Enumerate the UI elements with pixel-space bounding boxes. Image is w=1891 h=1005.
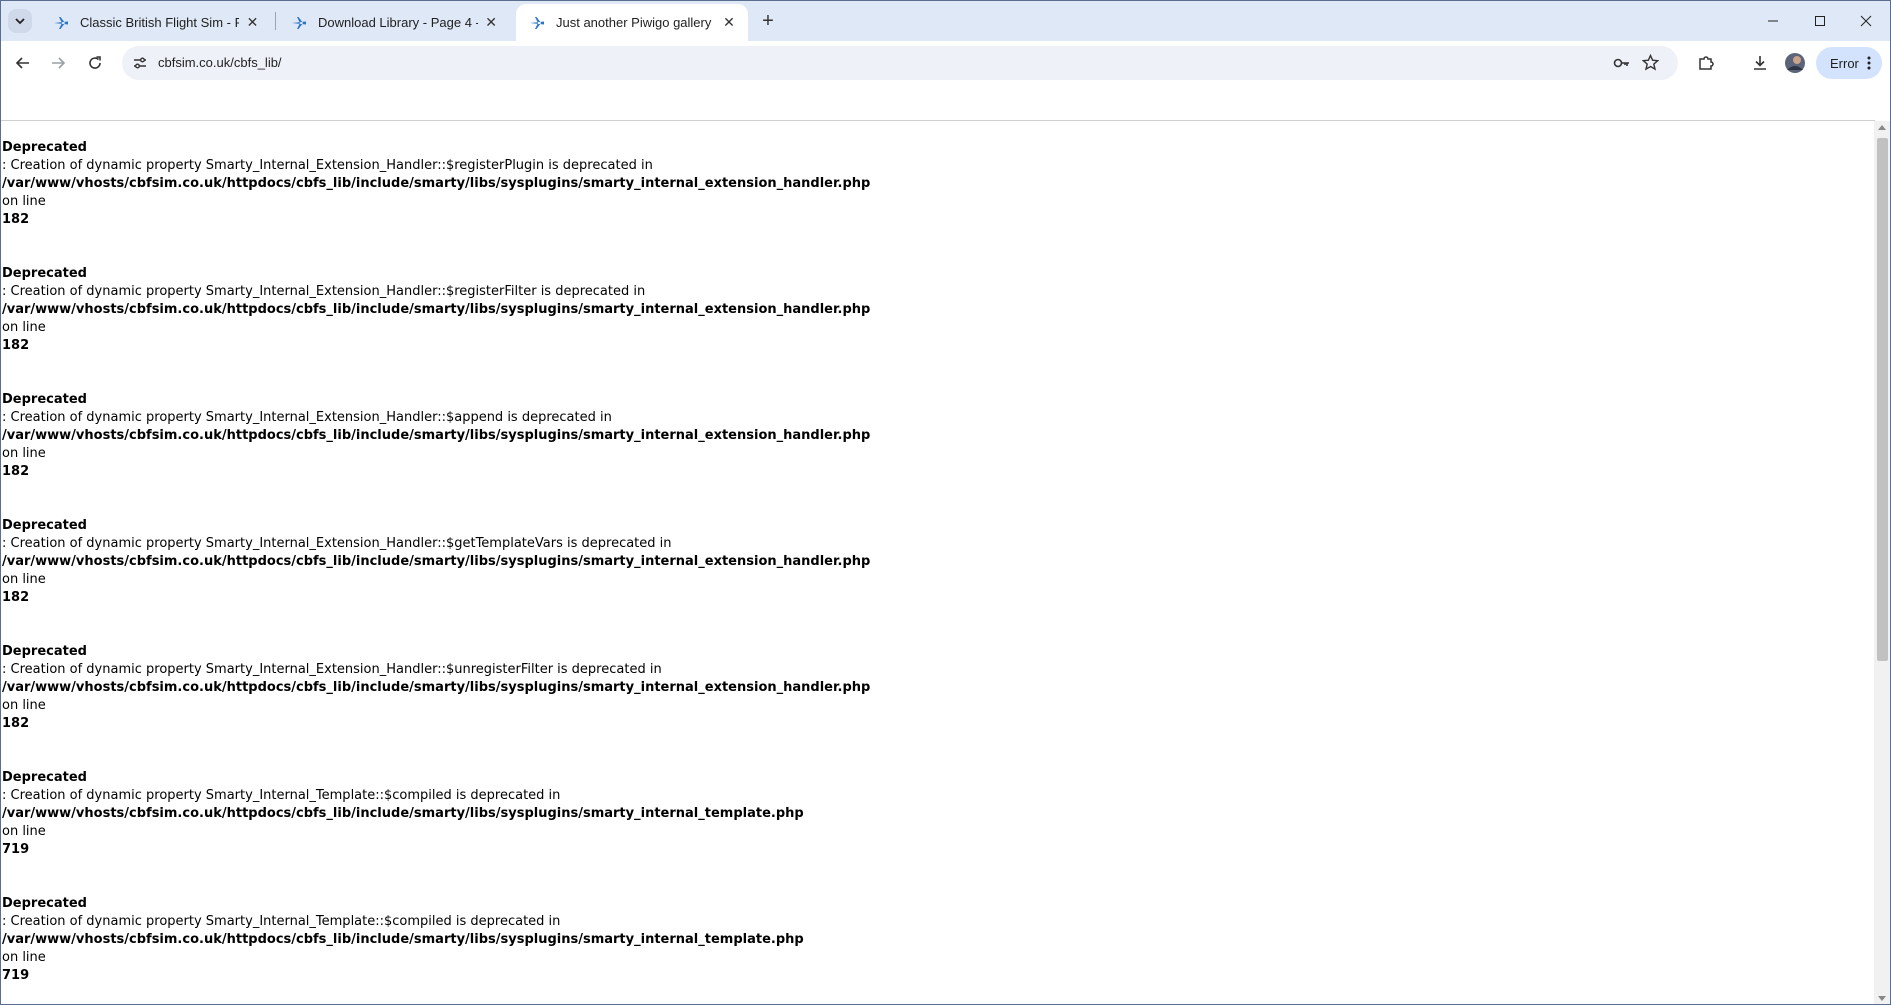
arrow-right-icon: [52, 57, 66, 69]
more-vert-icon: [1867, 56, 1871, 70]
minimize-icon: [1768, 20, 1778, 21]
tab-title: Download Library - Page 4 - Classic: [318, 15, 478, 30]
close-icon[interactable]: ✕: [720, 14, 738, 32]
warning-on-line: on line: [2, 698, 46, 713]
reload-icon: [89, 56, 101, 69]
extensions-button[interactable]: [1692, 49, 1720, 77]
warning-file: /var/www/vhosts/cbfsim.co.uk/httpdocs/cb…: [2, 932, 804, 947]
tab-title: Just another Piwigo gallery: [556, 15, 712, 30]
warning-on-line: on line: [2, 194, 46, 209]
key-icon[interactable]: [1613, 55, 1631, 71]
arrow-left-icon: [15, 57, 29, 69]
warning-line-number: 182: [2, 212, 30, 227]
warning-message: : Creation of dynamic property Smarty_In…: [2, 536, 672, 551]
error-chip-label: Error: [1830, 55, 1859, 71]
php-warning: Deprecated : Creation of dynamic propert…: [2, 643, 870, 733]
chevron-down-icon: [15, 18, 25, 25]
close-icon[interactable]: ✕: [484, 14, 498, 32]
page-content: Deprecated : Creation of dynamic propert…: [0, 121, 1874, 1005]
warning-on-line: on line: [2, 572, 46, 587]
php-warning: Deprecated : Creation of dynamic propert…: [2, 517, 870, 607]
php-warning: Deprecated : Creation of dynamic propert…: [2, 895, 804, 985]
warning-line-number: 182: [2, 464, 30, 479]
warning-message: : Creation of dynamic property Smarty_In…: [2, 158, 653, 173]
warning-on-line: on line: [2, 320, 46, 335]
warning-on-line: on line: [2, 446, 46, 461]
warning-message: : Creation of dynamic property Smarty_In…: [2, 788, 561, 803]
tab-download-library[interactable]: Download Library - Page 4 - Classic ✕: [278, 4, 508, 41]
profile-error-chip[interactable]: Error: [1816, 47, 1882, 79]
puzzle-icon: [1699, 56, 1714, 70]
php-warning: Deprecated : Creation of dynamic propert…: [2, 139, 870, 229]
tab-strip: Classic British Flight Sim - Forum ✕ Dow…: [0, 0, 1891, 41]
forward-button[interactable]: [44, 49, 72, 77]
warning-line-number: 719: [2, 842, 30, 857]
tab-title: Classic British Flight Sim - Forum: [80, 15, 240, 30]
reload-button[interactable]: [81, 49, 109, 77]
warning-message: : Creation of dynamic property Smarty_In…: [2, 410, 612, 425]
warning-message: : Creation of dynamic property Smarty_In…: [2, 914, 561, 929]
warning-file: /var/www/vhosts/cbfsim.co.uk/httpdocs/cb…: [2, 428, 871, 443]
warning-level: Deprecated: [2, 392, 87, 407]
warning-level: Deprecated: [2, 896, 87, 911]
warning-file: /var/www/vhosts/cbfsim.co.uk/httpdocs/cb…: [2, 176, 871, 191]
airplane-icon: [292, 16, 306, 29]
php-warning: Deprecated : Creation of dynamic propert…: [2, 265, 870, 355]
airplane-icon: [530, 16, 544, 29]
address-url: cbfsim.co.uk/cbfs_lib/: [158, 55, 282, 70]
airplane-icon: [54, 16, 68, 29]
browser-toolbar: cbfsim.co.uk/cbfs_lib/ Error: [0, 41, 1891, 84]
php-warning: Deprecated : Creation of dynamic propert…: [2, 769, 804, 859]
warning-on-line: on line: [2, 824, 46, 839]
warning-level: Deprecated: [2, 266, 87, 281]
tab-forum[interactable]: Classic British Flight Sim - Forum ✕: [40, 4, 270, 41]
new-tab-button[interactable]: +: [756, 9, 780, 33]
star-icon[interactable]: [1642, 54, 1659, 71]
close-icon: [1860, 15, 1872, 26]
warning-file: /var/www/vhosts/cbfsim.co.uk/httpdocs/cb…: [2, 302, 871, 317]
maximize-icon: [1815, 15, 1825, 26]
close-icon[interactable]: ✕: [245, 14, 260, 32]
close-window-button[interactable]: [1843, 0, 1889, 41]
warning-level: Deprecated: [2, 140, 87, 155]
warning-level: Deprecated: [2, 770, 87, 785]
avatar: [1785, 53, 1805, 73]
vertical-scrollbar[interactable]: [1874, 121, 1891, 1005]
warning-file: /var/www/vhosts/cbfsim.co.uk/httpdocs/cb…: [2, 680, 871, 695]
back-button[interactable]: [9, 49, 37, 77]
warning-level: Deprecated: [2, 644, 87, 659]
maximize-button[interactable]: [1797, 0, 1843, 41]
tab-separator: [275, 12, 276, 30]
profile-avatar-button[interactable]: [1781, 49, 1809, 77]
warning-line-number: 182: [2, 590, 30, 605]
warning-message: : Creation of dynamic property Smarty_In…: [2, 662, 662, 677]
tab-search-button[interactable]: [8, 9, 32, 33]
warning-on-line: on line: [2, 950, 46, 965]
warning-message: : Creation of dynamic property Smarty_In…: [2, 284, 646, 299]
address-bar[interactable]: cbfsim.co.uk/cbfs_lib/: [122, 46, 1678, 80]
warning-level: Deprecated: [2, 518, 87, 533]
site-settings-icon[interactable]: [132, 55, 148, 71]
warning-line-number: 719: [2, 968, 30, 983]
downloads-button[interactable]: [1746, 49, 1774, 77]
tab-piwigo-gallery[interactable]: Just another Piwigo gallery ✕: [516, 4, 748, 41]
scrollbar-thumb[interactable]: [1877, 138, 1888, 661]
warning-line-number: 182: [2, 338, 30, 353]
warning-line-number: 182: [2, 716, 30, 731]
minimize-button[interactable]: [1750, 0, 1796, 41]
scroll-up-arrow-icon[interactable]: [1878, 125, 1886, 130]
download-icon: [1754, 56, 1766, 70]
php-warning: Deprecated : Creation of dynamic propert…: [2, 391, 870, 481]
scroll-down-arrow-icon[interactable]: [1878, 996, 1886, 1001]
warning-file: /var/www/vhosts/cbfsim.co.uk/httpdocs/cb…: [2, 806, 804, 821]
warning-file: /var/www/vhosts/cbfsim.co.uk/httpdocs/cb…: [2, 554, 871, 569]
